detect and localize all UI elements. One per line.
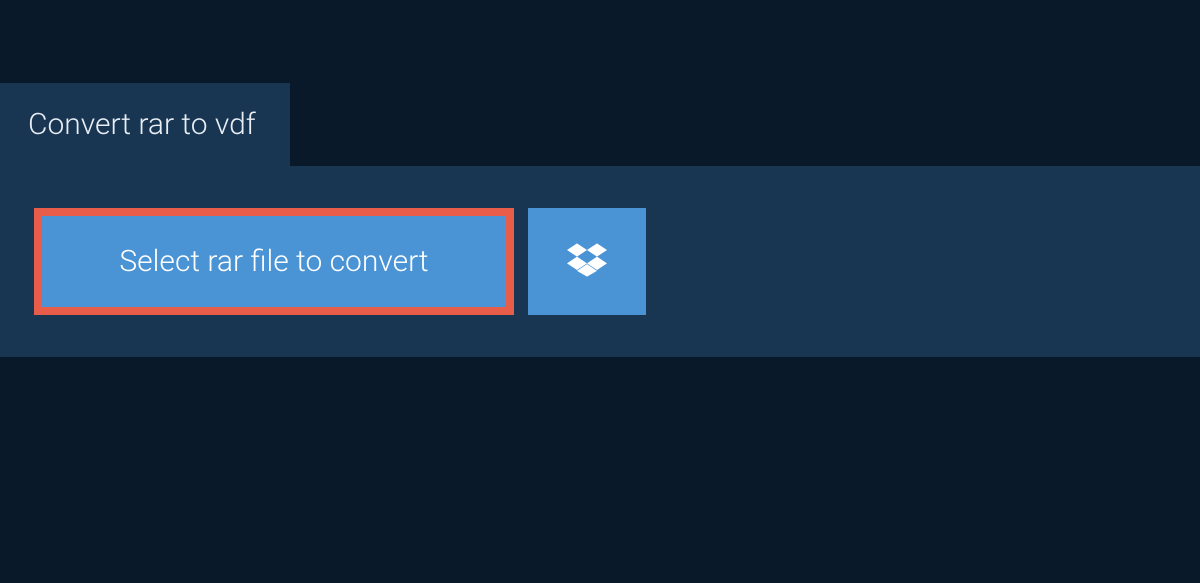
dropbox-icon	[567, 240, 607, 284]
tab-convert[interactable]: Convert rar to vdf	[0, 83, 290, 166]
select-file-button[interactable]: Select rar file to convert	[34, 208, 514, 315]
dropbox-button[interactable]	[528, 208, 646, 315]
tab-title: Convert rar to vdf	[28, 107, 256, 142]
button-row: Select rar file to convert	[34, 208, 1166, 315]
select-file-label: Select rar file to convert	[119, 244, 428, 279]
conversion-panel: Select rar file to convert	[0, 166, 1200, 357]
